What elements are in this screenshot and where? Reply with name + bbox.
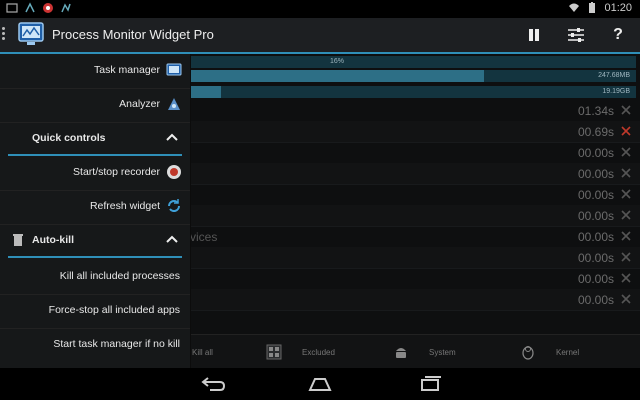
process-cpu-time: 00.00s <box>577 230 614 244</box>
kill-icon-gray[interactable] <box>620 167 632 179</box>
memory-bar: 247.68MB <box>190 70 636 82</box>
process-cpu-time: 00.00s <box>577 251 614 265</box>
process-row[interactable]: 00.00s <box>190 142 640 164</box>
pause-button[interactable] <box>523 24 545 46</box>
settings-button[interactable] <box>565 24 587 46</box>
storage-bar: 19.19GB <box>190 86 636 98</box>
drawer-item-task-manager[interactable]: Task manager <box>0 54 190 89</box>
task-manager-label: Task manager <box>94 64 160 76</box>
pause-icon <box>529 29 539 41</box>
grid-icon <box>266 344 282 360</box>
start-task-manager-label: Start task manager if no kill <box>53 338 180 350</box>
kill-all-label: Kill all <box>192 347 213 357</box>
kill-all-included-label: Kill all included processes <box>59 270 180 282</box>
tux-icon <box>522 346 534 360</box>
start-stop-recorder-label: Start/stop recorder <box>73 166 160 178</box>
quick-controls-header[interactable]: Quick controls <box>8 124 182 156</box>
kill-icon-gray[interactable] <box>620 209 632 221</box>
process-row[interactable]: 00.00s <box>190 163 640 185</box>
auto-kill-header[interactable]: Auto-kill <box>8 226 182 258</box>
cpu-bar: 16% <box>190 56 636 68</box>
kill-icon-red[interactable] <box>620 125 632 137</box>
kill-icon-gray[interactable] <box>620 251 632 263</box>
app-logo-icon[interactable] <box>18 20 46 48</box>
refresh-widget-label: Refresh widget <box>89 200 160 212</box>
process-row[interactable]: 00.00s <box>190 184 640 206</box>
cpu-percent: 16% <box>330 58 345 65</box>
process-row[interactable]: 00.00s <box>190 289 640 311</box>
system-label: System <box>429 347 456 357</box>
back-icon[interactable] <box>198 374 226 394</box>
action-bar: Process Monitor Widget Pro ? <box>0 18 640 54</box>
task-manager-icon <box>166 63 182 76</box>
refresh-icon <box>168 199 180 212</box>
process-cpu-time: 00.00s <box>577 188 614 202</box>
kernel-label: Kernel <box>556 347 580 357</box>
excluded-tab[interactable]: Excluded <box>266 335 335 369</box>
analyzer-label: Analyzer <box>119 98 160 110</box>
system-tab[interactable]: System <box>393 335 456 369</box>
quick-controls-label: Quick controls <box>32 132 106 144</box>
storage-value: 19.19GB <box>602 88 630 95</box>
clock: 01:20 <box>604 2 632 14</box>
recents-icon[interactable] <box>416 374 444 394</box>
process-row[interactable]: 01.34s <box>190 100 640 122</box>
drawer-item-start-task-manager[interactable]: Start task manager if no kill <box>0 328 190 362</box>
process-cpu-time: 00.00s <box>577 272 614 286</box>
wifi-icon <box>569 3 580 12</box>
trash-icon <box>13 234 23 246</box>
kill-icon-gray[interactable] <box>620 272 632 284</box>
process-row[interactable]: 00.00s <box>190 247 640 269</box>
chevron-up-icon <box>166 235 178 243</box>
help-button[interactable]: ? <box>607 24 629 46</box>
auto-kill-label: Auto-kill <box>32 234 74 246</box>
kill-icon-gray[interactable] <box>620 293 632 305</box>
app-title: Process Monitor Widget Pro <box>52 27 214 42</box>
services-section-label: vices <box>190 230 218 244</box>
chevron-up-icon <box>166 133 178 141</box>
drawer-toggle-icon[interactable] <box>2 27 6 43</box>
notification-icon-3 <box>43 3 53 13</box>
navigation-drawer: Task manager Analyzer Quick controls Sta… <box>0 54 191 368</box>
process-row[interactable]: 00.00s <box>190 268 640 290</box>
force-stop-all-label: Force-stop all included apps <box>48 304 180 316</box>
drawer-item-kill-all-included[interactable]: Kill all included processes <box>0 260 190 295</box>
process-row[interactable]: 00.00s <box>190 226 640 248</box>
drawer-item-refresh-widget[interactable]: Refresh widget <box>0 190 190 225</box>
process-cpu-time: 00.00s <box>577 293 614 307</box>
excluded-label: Excluded <box>302 347 335 357</box>
android-icon <box>396 348 406 358</box>
notification-icon-1 <box>6 3 18 13</box>
process-cpu-time: 00.00s <box>577 146 614 160</box>
memory-bar-fill <box>190 70 485 82</box>
drawer-item-start-stop-recorder[interactable]: Start/stop recorder <box>0 156 190 191</box>
process-row[interactable]: 00.69s <box>190 121 640 143</box>
kill-all-tab[interactable]: Kill all <box>192 335 213 369</box>
process-cpu-time: 00.00s <box>577 167 614 181</box>
memory-value: 247.68MB <box>598 72 630 79</box>
kill-icon-gray[interactable] <box>620 104 632 116</box>
system-nav-bar <box>0 368 640 400</box>
notification-icon-4 <box>61 3 71 13</box>
help-icon: ? <box>613 26 623 43</box>
home-icon[interactable] <box>306 374 334 394</box>
kill-icon-gray[interactable] <box>620 146 632 158</box>
storage-bar-fill <box>190 86 222 98</box>
tune-icon <box>568 28 584 42</box>
process-row[interactable]: 00.00s <box>190 205 640 227</box>
kill-icon-gray[interactable] <box>620 230 632 242</box>
process-cpu-time: 00.69s <box>577 125 614 139</box>
drawer-item-force-stop-all[interactable]: Force-stop all included apps <box>0 294 190 329</box>
process-cpu-time: 00.00s <box>577 209 614 223</box>
process-cpu-time: 01.34s <box>577 104 614 118</box>
kill-icon-gray[interactable] <box>620 188 632 200</box>
drawer-item-analyzer[interactable]: Analyzer <box>0 88 190 123</box>
status-bar: 01:20 <box>0 0 640 18</box>
notification-icons <box>6 2 72 14</box>
analyzer-icon <box>168 98 180 110</box>
notification-icon-2 <box>25 2 35 13</box>
record-icon <box>167 165 181 179</box>
battery-icon <box>589 2 596 13</box>
kernel-tab[interactable]: Kernel <box>520 335 579 369</box>
